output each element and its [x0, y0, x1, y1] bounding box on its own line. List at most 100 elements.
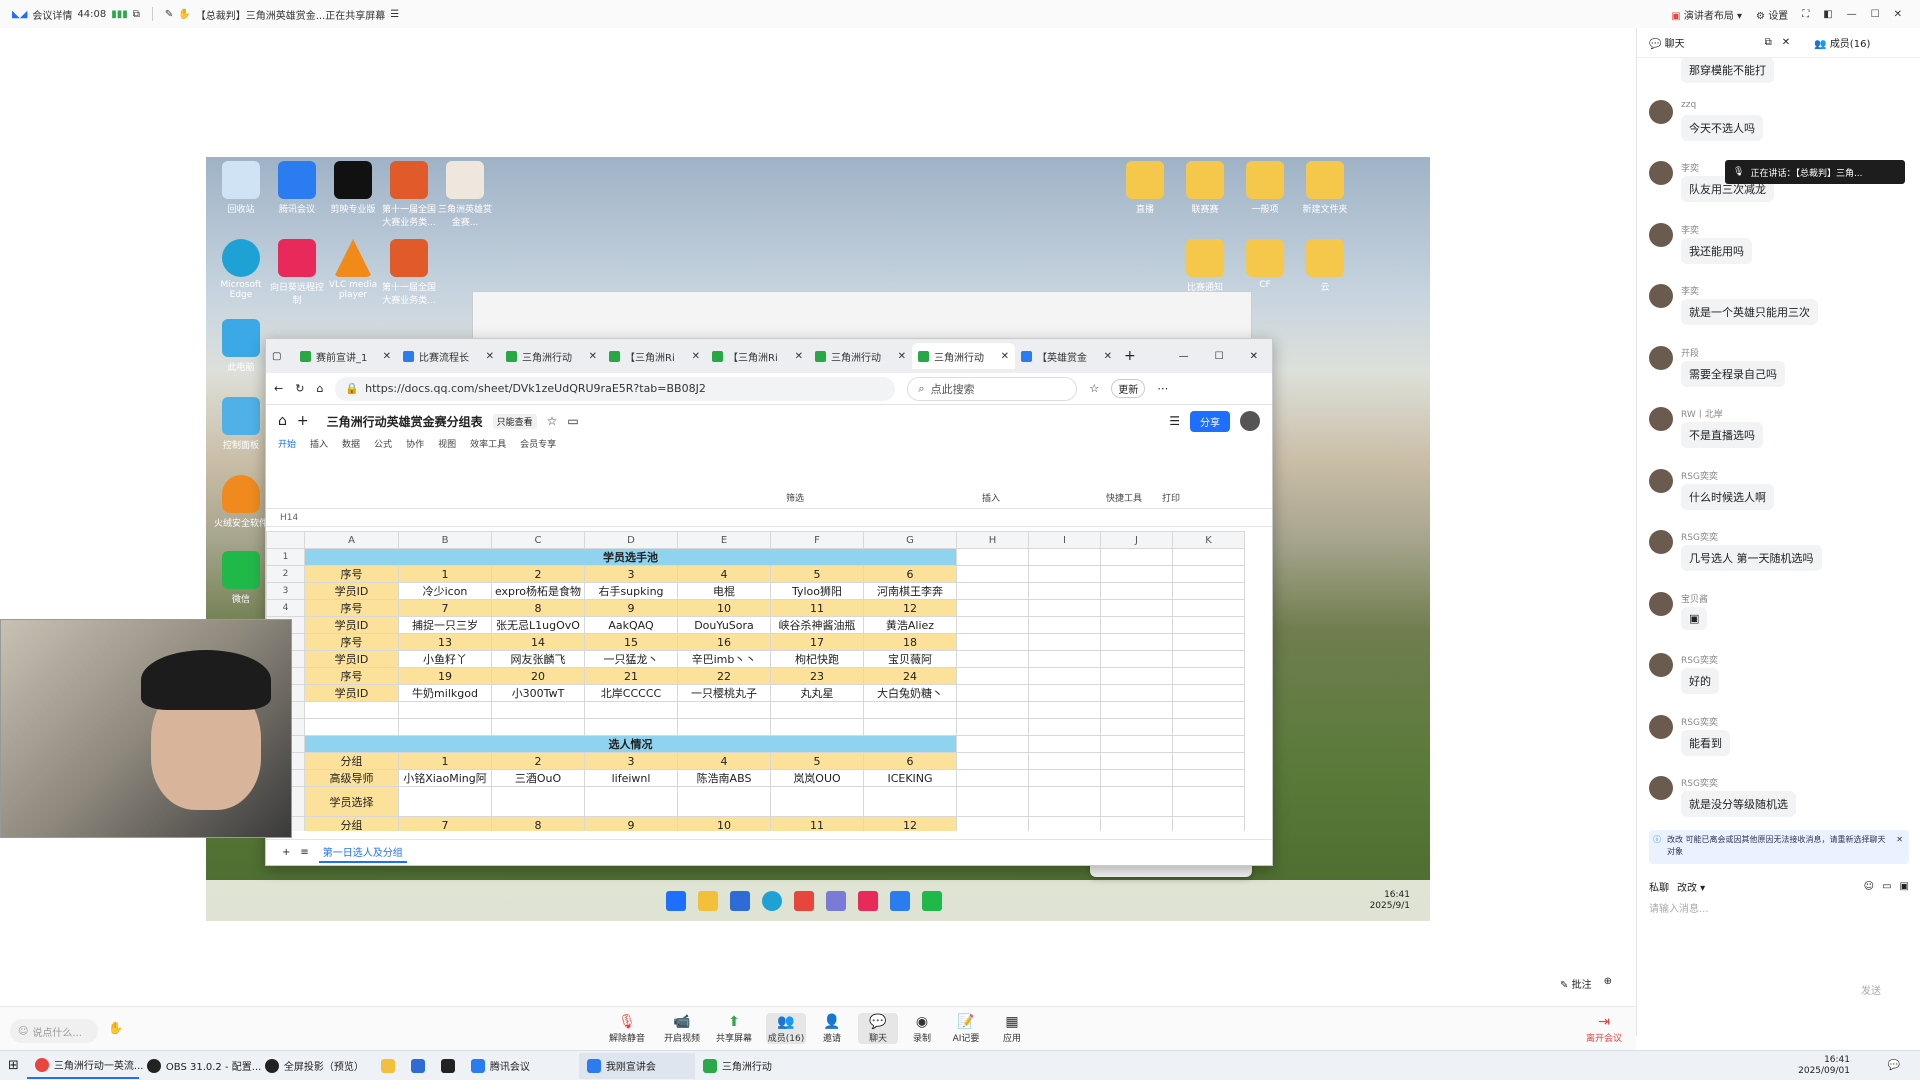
sheet-cell[interactable]: [1172, 718, 1245, 736]
tab-close-icon[interactable]: ✕: [692, 351, 700, 362]
sheet-cell[interactable]: [1172, 633, 1245, 651]
sheet-cell[interactable]: [1100, 735, 1173, 753]
close-icon[interactable]: ✕: [1896, 834, 1903, 846]
sheet-cell[interactable]: 15: [584, 633, 678, 651]
sheet-cell[interactable]: lifeiwnl: [584, 769, 678, 787]
sheet-cell[interactable]: 黄浩Aliez: [863, 616, 957, 634]
sheet-cell[interactable]: 13: [398, 633, 492, 651]
avatar[interactable]: [1649, 530, 1673, 554]
sheet-cell[interactable]: [1172, 752, 1245, 770]
taskbar-app[interactable]: 三角洲行动一英流...: [26, 1053, 143, 1079]
sheet-cell[interactable]: [1028, 548, 1101, 566]
system-clock[interactable]: 16:41 2025/09/01: [1798, 1055, 1850, 1077]
sheet-cell[interactable]: [956, 816, 1029, 831]
desktop-icon-control-panel[interactable]: 控制面板: [210, 397, 272, 451]
sheet-cell[interactable]: [1028, 667, 1101, 685]
sheet-cell[interactable]: 4: [677, 752, 771, 770]
sheet-cell[interactable]: [956, 582, 1029, 600]
desktop-icon-wechat[interactable]: 微信: [210, 551, 272, 605]
taskbar-app[interactable]: OBS 31.0.2 - 配置...: [139, 1053, 261, 1079]
avatar[interactable]: [1649, 407, 1673, 431]
desktop-icon-tencent-meeting[interactable]: 腾讯会议: [266, 161, 328, 215]
sheet-cell[interactable]: [1028, 735, 1101, 753]
sheet-cell[interactable]: 小300TwT: [491, 684, 585, 702]
sheet-cell[interactable]: [956, 701, 1029, 719]
desktop-folder-6[interactable]: CF: [1234, 239, 1296, 290]
sheet-cell[interactable]: 17: [770, 633, 864, 651]
avatar[interactable]: [1240, 411, 1260, 431]
sheet-cell[interactable]: [677, 786, 771, 817]
sheet-cell[interactable]: [1100, 816, 1173, 831]
sheet-cell[interactable]: 大白兔奶糖丶: [863, 684, 957, 702]
row-number[interactable]: 1: [266, 548, 305, 566]
sheet-cell[interactable]: 一只猛龙丶: [584, 650, 678, 668]
home-icon[interactable]: ⌂: [278, 413, 287, 429]
edge-icon[interactable]: [762, 890, 782, 911]
sheet-cell[interactable]: [1172, 769, 1245, 787]
tab-close-icon[interactable]: ✕: [486, 351, 494, 362]
menu-efficiency[interactable]: 效率工具: [470, 437, 506, 453]
sheet-cell[interactable]: [956, 735, 1029, 753]
menu-start[interactable]: 开始: [278, 437, 296, 453]
desktop-icon-vlc[interactable]: VLC media player: [322, 239, 384, 300]
desktop-icon-sunlogin[interactable]: 向日葵远程控制: [266, 239, 328, 306]
sheet-cell[interactable]: [1172, 735, 1245, 753]
sheet-cell[interactable]: [956, 650, 1029, 668]
presenter-layout-button[interactable]: ▣ 演讲者布局 ▾: [1671, 7, 1742, 22]
recipient-select[interactable]: 改改 ▾: [1677, 879, 1705, 894]
desktop-folder-1[interactable]: 直播: [1114, 161, 1176, 215]
desktop-icon-edge[interactable]: Microsoft Edge: [210, 239, 272, 300]
sheet-cell[interactable]: [1100, 616, 1173, 634]
sheet-cell[interactable]: 牛奶milkgod: [398, 684, 492, 702]
menu-view[interactable]: 视图: [438, 437, 456, 453]
sheet-cell[interactable]: [1172, 786, 1245, 817]
desktop-folder-3[interactable]: 一般项: [1234, 161, 1296, 215]
share-button[interactable]: 分享: [1190, 410, 1230, 432]
sheet-cell[interactable]: 一只樱桃丸子: [677, 684, 771, 702]
sheet-cell[interactable]: 三酒OuO: [491, 769, 585, 787]
sheet-cell[interactable]: 高级导师: [304, 769, 399, 787]
browser-tab[interactable]: 赛前宣讲_1 ✕: [294, 343, 397, 369]
sheet-cell[interactable]: 序号: [304, 667, 399, 685]
sheet-cell[interactable]: 学员ID: [304, 684, 399, 702]
sheet-cell[interactable]: [1172, 599, 1245, 617]
annotate-tool-icon[interactable]: ✎: [165, 9, 173, 20]
sheet-cell[interactable]: [491, 701, 585, 719]
sheet-cell[interactable]: 6: [863, 752, 957, 770]
sheet-cell[interactable]: 12: [863, 599, 957, 617]
sheet-cell[interactable]: [1100, 701, 1173, 719]
sheet-cell[interactable]: 16: [677, 633, 771, 651]
sheet-cell[interactable]: [1028, 701, 1101, 719]
sheet-cell[interactable]: 小铭XiaoMing阿: [398, 769, 492, 787]
send-button[interactable]: 发送: [1861, 982, 1881, 997]
sheet-cell[interactable]: 序号: [304, 565, 399, 583]
insert-button[interactable]: 插入: [982, 491, 1000, 504]
sheet-cell[interactable]: [956, 752, 1029, 770]
column-header[interactable]: I: [1028, 531, 1101, 549]
update-button[interactable]: 更新: [1111, 379, 1146, 398]
browser-tab[interactable]: 三角洲行动 ✕: [500, 343, 603, 369]
browser-tab[interactable]: 【英雄赏金 ✕: [1015, 343, 1118, 369]
sheet-cell[interactable]: 4: [677, 565, 771, 583]
sunlogin-icon[interactable]: [858, 890, 878, 911]
quick-tools-button[interactable]: 快捷工具: [1106, 491, 1142, 504]
favorites-icon[interactable]: ☆: [1089, 382, 1099, 395]
menu-collab[interactable]: 协作: [406, 437, 424, 453]
tab-chat[interactable]: 💬 聊天: [1649, 35, 1685, 50]
sheet-cell[interactable]: 3: [584, 752, 678, 770]
avatar[interactable]: [1649, 468, 1673, 493]
sheet-cell[interactable]: [1028, 599, 1101, 617]
sheet-cell[interactable]: [1100, 786, 1173, 817]
avatar[interactable]: [1649, 345, 1673, 370]
sheet-table[interactable]: A B C D E F G H I J K 1 学员选手池 2 序号 1 2 3 4 5 6 3 学员…: [266, 531, 1245, 831]
file-icon[interactable]: ▭: [1882, 881, 1891, 892]
sheet-cell[interactable]: [1100, 650, 1173, 668]
explorer-icon[interactable]: [698, 890, 718, 911]
browser-tab[interactable]: 三角洲行动 ✕: [809, 343, 912, 369]
sheet-cell[interactable]: [677, 701, 771, 719]
tab-close-icon[interactable]: ✕: [1001, 351, 1009, 362]
sheet-cell[interactable]: [1028, 752, 1101, 770]
tab-members[interactable]: 👥 成员(16): [1814, 35, 1870, 50]
desktop-icon-capcut[interactable]: 剪映专业版: [322, 161, 384, 215]
column-header[interactable]: A: [304, 531, 399, 549]
